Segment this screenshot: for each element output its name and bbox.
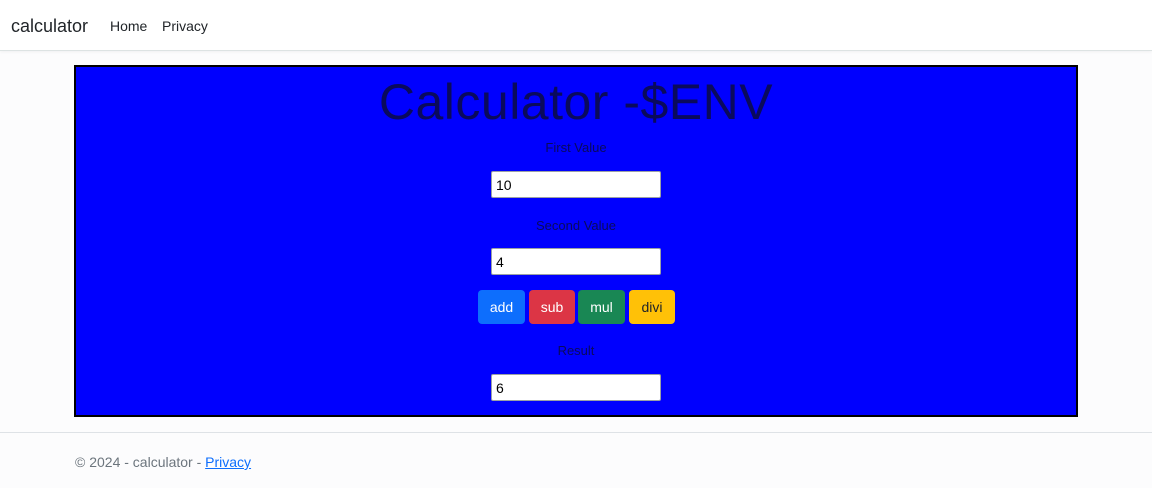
first-value-label: First Value bbox=[545, 140, 607, 155]
footer: © 2024 - calculator - Privacy bbox=[0, 432, 1152, 488]
divi-button[interactable]: divi bbox=[629, 290, 675, 324]
result-label: Result bbox=[557, 343, 595, 358]
brand-link[interactable]: calculator bbox=[11, 15, 88, 37]
add-button[interactable]: add bbox=[478, 290, 525, 324]
footer-text: © 2024 - calculator - Privacy bbox=[75, 453, 251, 471]
page-title: Calculator -$ENV bbox=[378, 74, 774, 130]
top-navbar: calculator Home Privacy bbox=[0, 0, 1152, 51]
footer-copyright: © 2024 - calculator - bbox=[75, 454, 206, 470]
sub-button[interactable]: sub bbox=[529, 290, 575, 324]
mul-button[interactable]: mul bbox=[578, 290, 625, 324]
nav-link-privacy[interactable]: Privacy bbox=[162, 17, 208, 35]
result-input[interactable] bbox=[491, 374, 661, 401]
footer-privacy-link[interactable]: Privacy bbox=[205, 454, 251, 470]
first-value-input[interactable] bbox=[491, 171, 661, 198]
nav-link-home[interactable]: Home bbox=[110, 17, 147, 35]
second-value-input[interactable] bbox=[491, 248, 661, 275]
second-value-label: Second Value bbox=[536, 218, 616, 233]
calculator-panel: Calculator -$ENV First Value Second Valu… bbox=[74, 65, 1078, 417]
